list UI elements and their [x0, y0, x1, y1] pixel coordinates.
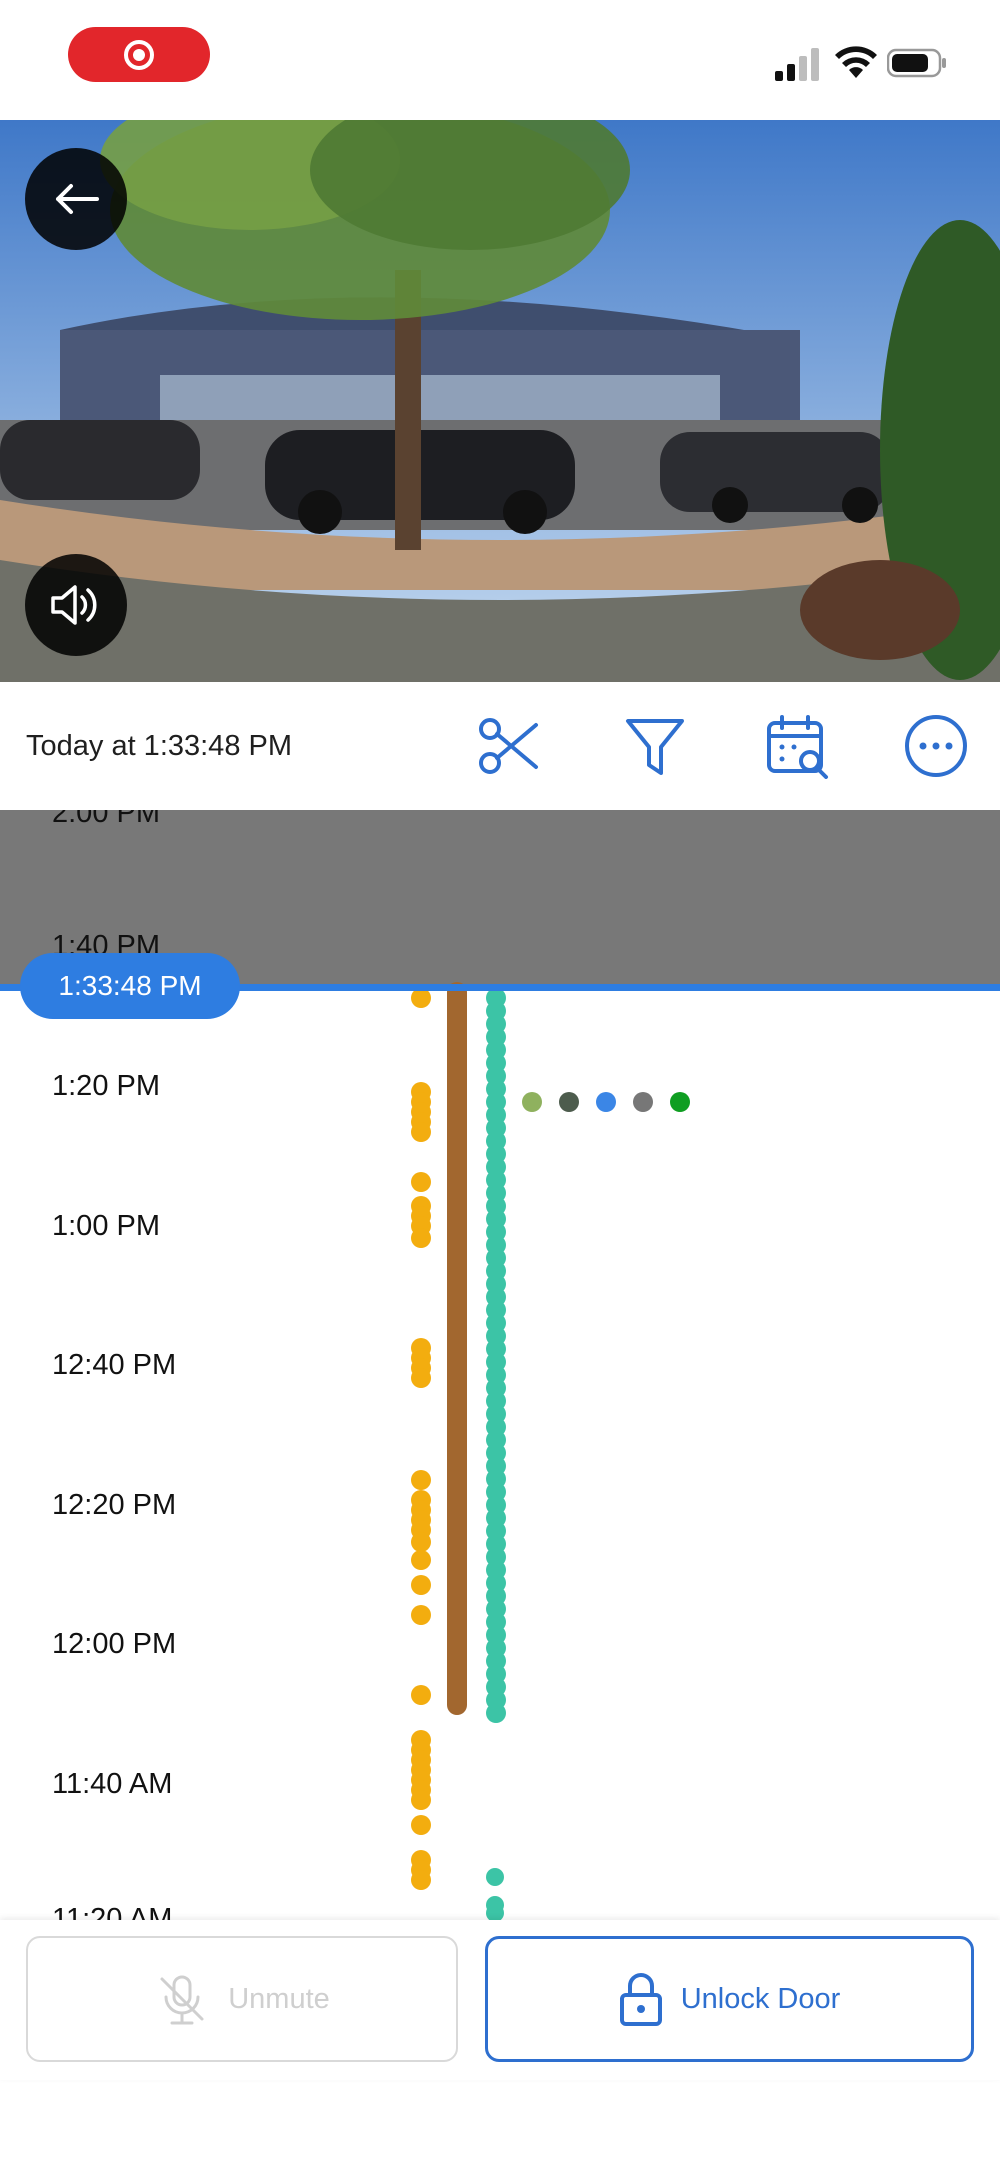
time-label: 1:20 PM [52, 1070, 160, 1102]
event-timeline[interactable]: 2:00 PM 1:40 PM 1:20 PM 1:00 PM 12:40 PM… [0, 810, 1000, 1920]
clip-button[interactable] [473, 710, 545, 782]
event-marker[interactable] [411, 1605, 431, 1625]
event-type-dot [596, 1092, 616, 1112]
time-label-partial-top: 2:00 PM [52, 810, 160, 829]
calendar-search-icon [767, 715, 828, 779]
calendar-search-button[interactable] [761, 710, 833, 782]
arrow-left-icon [56, 184, 99, 214]
battery-icon [887, 48, 946, 78]
continuous-recording-track[interactable] [447, 982, 467, 1715]
time-label: 12:40 PM [52, 1349, 177, 1381]
time-label-partial-bottom: 11:20 AM [52, 1903, 173, 1920]
event-marker[interactable] [411, 1685, 431, 1705]
event-marker[interactable] [411, 1368, 431, 1388]
event-marker[interactable] [411, 988, 431, 1008]
lock-icon [619, 1973, 662, 2026]
event-type-dot [633, 1092, 653, 1112]
unlock-door-button[interactable]: Unlock Door [485, 1936, 974, 2062]
event-marker[interactable] [411, 1575, 431, 1595]
event-type-dot [670, 1092, 690, 1112]
event-type-dot [559, 1092, 579, 1112]
time-label: 11:40 AM [52, 1768, 173, 1800]
speaker-button[interactable] [25, 554, 127, 656]
event-marker[interactable] [411, 1870, 431, 1890]
time-label: 12:00 PM [52, 1628, 177, 1660]
camera-scene-image [0, 120, 1000, 682]
event-type-dot [522, 1092, 542, 1112]
filter-button[interactable] [619, 710, 691, 782]
wifi-icon [835, 46, 877, 78]
speaker-icon [51, 585, 97, 625]
event-marker[interactable] [411, 1470, 431, 1490]
event-marker[interactable] [411, 1172, 431, 1192]
event-marker[interactable] [411, 1122, 431, 1142]
event-marker[interactable] [486, 1703, 506, 1723]
record-icon [124, 39, 154, 70]
event-marker[interactable] [411, 1532, 431, 1552]
unlock-door-label: Unlock Door [680, 1982, 841, 2015]
back-button[interactable] [25, 148, 127, 250]
event-marker[interactable] [411, 1228, 431, 1248]
doorbell-camera-view[interactable] [0, 120, 1000, 682]
status-bar [0, 0, 1000, 120]
more-icon [905, 715, 967, 777]
screen-recording-indicator[interactable] [68, 27, 210, 82]
more-options-button[interactable] [900, 710, 972, 782]
unmute-button[interactable]: Unmute [26, 1936, 458, 2062]
event-toolbar: Today at 1:33:48 PM [0, 682, 1000, 810]
event-marker[interactable] [486, 1868, 504, 1886]
current-timestamp: Today at 1:33:48 PM [26, 730, 292, 762]
microphone-muted-icon [160, 1975, 204, 2025]
event-marker[interactable] [411, 1815, 431, 1835]
time-label: 1:00 PM [52, 1210, 160, 1242]
time-label: 12:20 PM [52, 1489, 177, 1521]
event-marker[interactable] [411, 1790, 431, 1810]
current-time-marker[interactable]: 1:33:48 PM [20, 953, 240, 1019]
event-marker[interactable] [411, 1550, 431, 1570]
action-bar: Unmute Unlock Door [0, 1920, 1000, 2080]
cellular-signal-icon [775, 48, 819, 81]
scissors-icon [479, 718, 538, 774]
unmute-label: Unmute [228, 1982, 330, 2015]
filter-icon [626, 719, 684, 775]
